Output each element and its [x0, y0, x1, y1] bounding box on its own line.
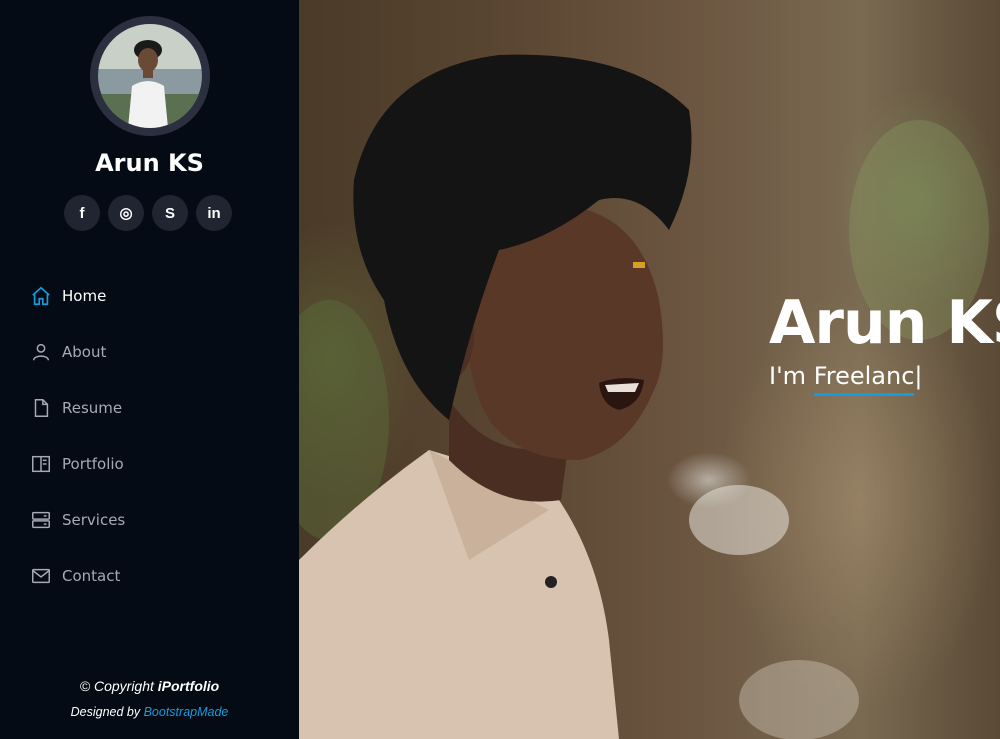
nav-item-contact[interactable]: Contact: [30, 548, 125, 604]
sidebar-footer: © Copyright iPortfolio Designed by Boots…: [0, 673, 299, 725]
nav-label-portfolio: Portfolio: [62, 455, 124, 473]
sidebar: Arun KS f ◎ S in Home About Resume Portf…: [0, 0, 299, 739]
brand-name: iPortfolio: [157, 678, 220, 694]
hero-title: Arun KS: [769, 288, 1000, 358]
nav-label-home: Home: [62, 287, 107, 305]
linkedin-icon[interactable]: in: [196, 195, 232, 231]
social-links: f ◎ S in: [64, 195, 232, 231]
book-icon: [32, 455, 50, 473]
typed-text: Freelanc: [813, 362, 915, 396]
credits: Designed by BootstrapMade: [70, 705, 229, 719]
designer-link[interactable]: BootstrapMade: [144, 705, 229, 719]
hero-section: Arun KS I'm Freelanc|: [299, 0, 1000, 739]
copyright: © Copyright iPortfolio: [79, 678, 220, 694]
nav-item-home[interactable]: Home: [30, 268, 125, 324]
home-icon: [32, 286, 50, 306]
hero-text: Arun KS I'm Freelanc|: [769, 288, 1000, 396]
typed-cursor: |: [914, 362, 923, 390]
envelope-icon: [32, 568, 50, 584]
instagram-icon[interactable]: ◎: [108, 195, 144, 231]
nav-label-services: Services: [62, 511, 126, 529]
hero-subtitle: I'm Freelanc|: [769, 362, 1000, 396]
skype-icon[interactable]: S: [152, 195, 188, 231]
nav-menu: Home About Resume Portfolio Services Con…: [30, 268, 125, 604]
nav-label-resume: Resume: [62, 399, 123, 417]
nav-label-contact: Contact: [62, 567, 121, 585]
profile-name: Arun KS: [95, 149, 204, 177]
facebook-icon[interactable]: f: [64, 195, 100, 231]
person-icon: [32, 343, 50, 361]
server-icon: [32, 511, 50, 529]
nav-item-portfolio[interactable]: Portfolio: [30, 436, 125, 492]
nav-label-about: About: [62, 343, 107, 361]
nav-item-resume[interactable]: Resume: [30, 380, 125, 436]
file-icon: [34, 399, 49, 417]
nav-item-about[interactable]: About: [30, 324, 125, 380]
profile-avatar: [90, 16, 210, 136]
nav-item-services[interactable]: Services: [30, 492, 125, 548]
